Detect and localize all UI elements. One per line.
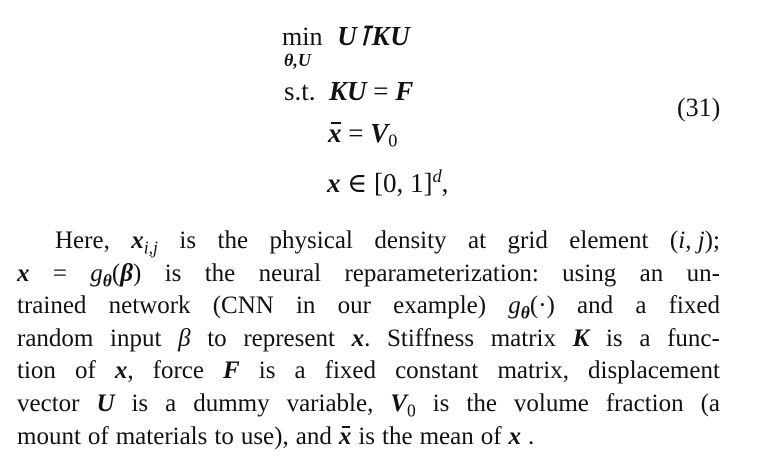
constraint-stiffness: KU xyxy=(322,76,367,106)
constraint-volume-line: x = V0 xyxy=(328,118,398,151)
objective-line: min θ,U U⊺KU xyxy=(282,20,411,70)
paragraph-line: vector Uis a dummy variable, V0 is the volume f… xyxy=(17,389,720,421)
paper-page: min θ,U U⊺KU s.t. KU = F x = V0 x ∈ [0, … xyxy=(0,0,769,465)
optimization-equation: min θ,U U⊺KU s.t. KU = F x = V0 x ∈ [0, … xyxy=(0,0,769,215)
equation-number: (31) xyxy=(677,93,721,122)
constraint-domain-line: x ∈ [0, 1]d, xyxy=(327,166,449,199)
paragraph-line: x = gθ(β) is the neural reparameterization: u… xyxy=(17,259,720,290)
paragraph-line: tion of x, force Fis a fixed constant matrix, di… xyxy=(17,357,720,385)
explanation-paragraph: Here, xi,j is the physical density at grid ele… xyxy=(17,225,720,453)
constraint-force-line: s.t. KU = F xyxy=(284,76,414,106)
paragraph-line: trained network (CNN in our example) gθ(·) an… xyxy=(17,292,720,323)
subject-to-label: s.t. xyxy=(284,76,316,106)
min-operator-group: min θ,U xyxy=(282,22,323,70)
paragraph-line: Here, xi,j is the physical density at grid ele… xyxy=(55,227,720,258)
paragraph-line: random input β to represent x. Stiffness matr… xyxy=(17,324,720,352)
paragraph-line: mount of materials to use), and x is the mean of… xyxy=(17,421,720,454)
mean-density-symbol: x xyxy=(328,118,342,148)
objective-expression: U⊺KU xyxy=(337,21,411,51)
min-subscript: θ,U xyxy=(284,50,311,70)
min-operator: min xyxy=(282,22,323,51)
